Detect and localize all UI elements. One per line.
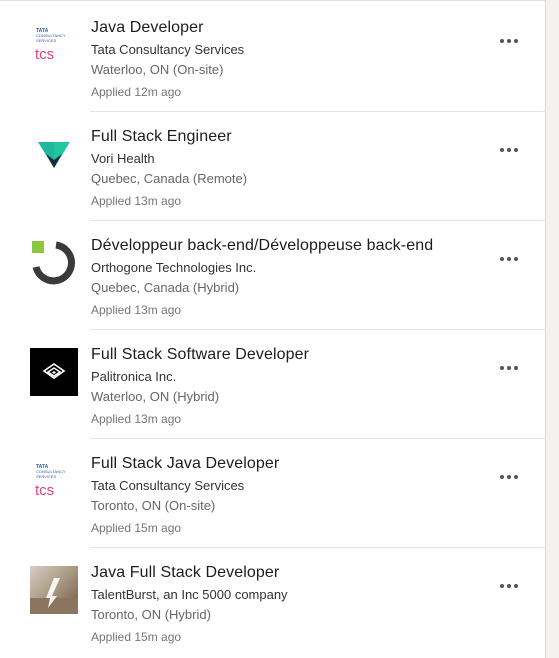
applied-jobs-list: TATA CONSULTANCY SERVICES tcs Java Devel… — [0, 0, 546, 658]
job-card[interactable]: TATA CONSULTANCY SERVICES tcs Full Stack… — [0, 439, 546, 548]
job-location: Toronto, ON (Hybrid) — [91, 607, 211, 622]
vori-health-logo — [30, 130, 78, 178]
job-location: Quebec, Canada (Remote) — [91, 171, 248, 186]
job-location: Waterloo, ON (Hybrid) — [91, 389, 220, 404]
company-name: Tata Consultancy Services — [91, 478, 245, 493]
more-options-icon[interactable] — [494, 574, 524, 598]
svg-text:tcs: tcs — [35, 482, 54, 499]
job-title[interactable]: Java Full Stack Developer — [91, 564, 279, 582]
company-name: Vori Health — [91, 151, 155, 166]
company-name: Orthogone Technologies Inc. — [91, 260, 257, 275]
company-name: Palitronica Inc. — [91, 369, 177, 384]
applied-time: Applied 13m ago — [91, 194, 182, 208]
more-options-icon[interactable] — [494, 138, 524, 162]
job-location: Quebec, Canada (Hybrid) — [91, 280, 240, 295]
job-card[interactable]: Full Stack Software Developer Palitronic… — [0, 330, 546, 439]
scroll-gutter — [546, 0, 559, 658]
svg-text:SERVICES: SERVICES — [36, 474, 56, 479]
company-name: Tata Consultancy Services — [91, 42, 245, 57]
job-location: Toronto, ON (On-site) — [91, 498, 216, 513]
job-card[interactable]: TATA CONSULTANCY SERVICES tcs Java Devel… — [0, 3, 546, 112]
applied-time: Applied 13m ago — [91, 303, 182, 317]
more-options-icon[interactable] — [494, 29, 524, 53]
more-options-icon[interactable] — [494, 356, 524, 380]
applied-time: Applied 15m ago — [91, 521, 182, 535]
palitronica-logo — [30, 348, 78, 396]
job-location: Waterloo, ON (On-site) — [91, 62, 224, 77]
job-card[interactable]: Java Full Stack Developer TalentBurst, a… — [0, 548, 546, 657]
tcs-logo: TATA CONSULTANCY SERVICES tcs — [30, 457, 78, 505]
applied-time: Applied 15m ago — [91, 630, 182, 644]
job-title[interactable]: Java Developer — [91, 19, 204, 37]
job-title[interactable]: Full Stack Software Developer — [91, 346, 309, 364]
svg-text:SERVICES: SERVICES — [36, 38, 56, 43]
job-title[interactable]: Full Stack Java Developer — [91, 455, 279, 473]
tcs-logo: TATA CONSULTANCY SERVICES tcs — [30, 21, 78, 69]
job-title[interactable]: Full Stack Engineer — [91, 128, 232, 146]
more-options-icon[interactable] — [494, 247, 524, 271]
orthogone-logo — [30, 239, 78, 287]
more-options-icon[interactable] — [494, 465, 524, 489]
job-title[interactable]: Développeur back-end/Développeuse back-e… — [91, 237, 433, 255]
job-card[interactable]: Développeur back-end/Développeuse back-e… — [0, 221, 546, 330]
applied-time: Applied 13m ago — [91, 412, 182, 426]
company-name: TalentBurst, an Inc 5000 company — [91, 587, 288, 602]
applied-time: Applied 12m ago — [91, 85, 182, 99]
svg-text:tcs: tcs — [35, 46, 54, 63]
talentburst-logo — [30, 566, 78, 614]
job-card[interactable]: Full Stack Engineer Vori Health Quebec, … — [0, 112, 546, 221]
